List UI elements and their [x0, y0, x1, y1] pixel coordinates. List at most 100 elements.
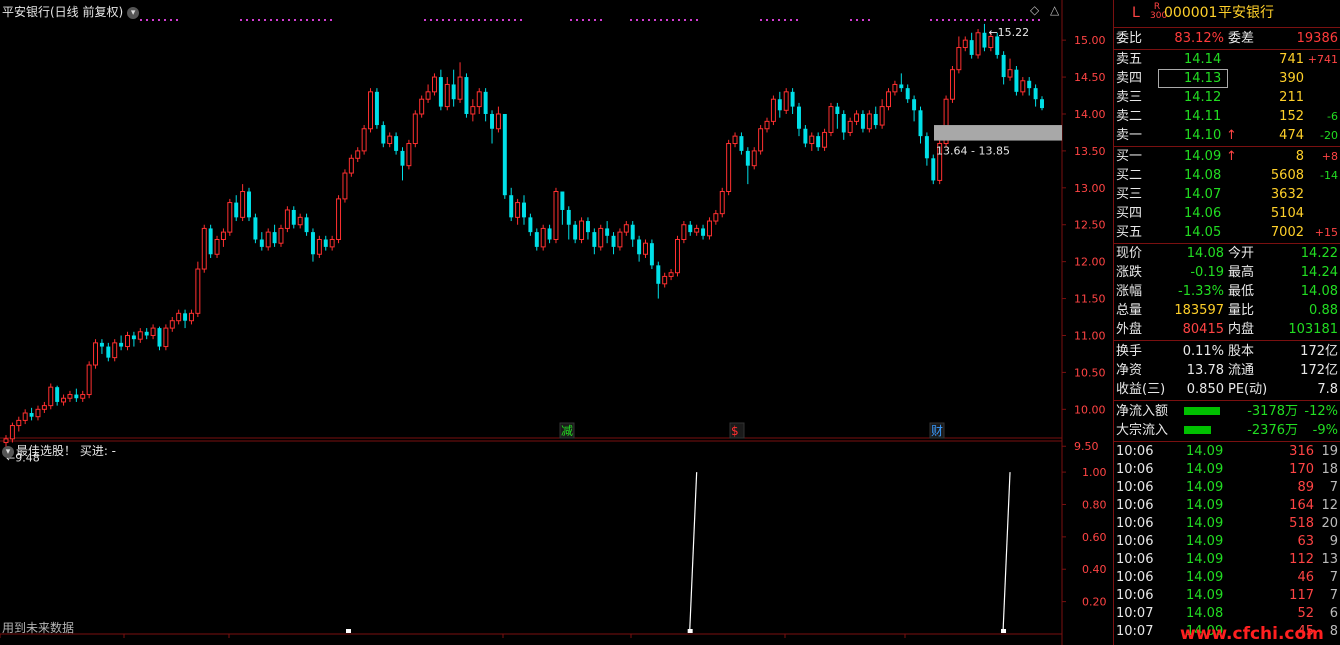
tick-time: 10:06: [1116, 588, 1154, 603]
stat-label: 内盘: [1228, 322, 1255, 337]
ask-row[interactable]: 卖五 14.14 741 +741: [1114, 50, 1340, 69]
signal-dot: [942, 19, 944, 21]
candle-body: [1040, 99, 1044, 109]
signal-dot: [690, 19, 692, 21]
candle-body: [144, 331, 149, 336]
signal-dot: [772, 19, 774, 21]
signal-dot: [582, 19, 584, 21]
y-tick-label: 12.00: [1074, 256, 1106, 269]
ask-volume: 390: [1279, 71, 1304, 86]
flow-bar: [1184, 407, 1220, 415]
ask-label: 卖五: [1116, 52, 1143, 67]
signal-dot: [696, 19, 698, 21]
kline-chart-area[interactable]: 15.00 14.50 14.00 13.50 13.00 12.50 12.00 11.50…: [0, 0, 1112, 645]
ask-row[interactable]: 卖一 14.10 ↑ 474 -20: [1114, 126, 1340, 145]
tick-count: 18: [1321, 462, 1338, 477]
ask-volume: 741: [1279, 52, 1304, 67]
bid-row[interactable]: 买五 14.05 7002 +15: [1114, 223, 1340, 242]
candle-body: [969, 40, 974, 55]
candle-body: [1033, 88, 1038, 100]
tick-price: 14.09: [1186, 516, 1224, 531]
triangle-up-icon[interactable]: △: [1050, 3, 1059, 17]
high-price-label: ←15.22: [988, 26, 1029, 39]
candle-body: [816, 136, 821, 148]
indicator-title[interactable]: ▾ 最佳选股！ 买进: -: [2, 442, 116, 459]
candle-body: [522, 202, 526, 218]
signal-dot: [1020, 19, 1022, 21]
diamond-icon[interactable]: ◇: [1030, 3, 1039, 17]
stat-label: 最高: [1228, 265, 1255, 280]
candlestick-chart[interactable]: 15.00 14.50 14.00 13.50 13.00 12.50 12.00 11.50…: [0, 0, 1112, 645]
bid-row[interactable]: 买二 14.08 5608 -14: [1114, 166, 1340, 185]
bid-row[interactable]: 买一 14.09 ↑ 8 +8: [1114, 147, 1340, 166]
signal-dot: [264, 19, 266, 21]
candle-body: [74, 394, 79, 399]
ask-row[interactable]: 卖四 14.13 390: [1114, 69, 1340, 88]
candle-body: [316, 239, 322, 255]
tick-row: 10:06 14.09 117 7: [1114, 587, 1340, 605]
candle-body: [253, 217, 258, 240]
stat-label: 现价: [1116, 246, 1143, 261]
tick-volume: 112: [1289, 552, 1314, 567]
signal-dot: [442, 19, 444, 21]
bid-label: 买三: [1116, 187, 1143, 202]
quote-header: L R 300 000001 平安银行: [1114, 3, 1340, 26]
candle-body: [483, 91, 488, 114]
candle-body: [828, 106, 834, 133]
chart-title-text: 平安银行(日线 前复权): [2, 5, 124, 19]
signal-dot: [576, 19, 578, 21]
ask-row[interactable]: 卖二 14.11 152 -6: [1114, 107, 1340, 126]
signal-dot: [648, 19, 650, 21]
stat-value: 80415: [1182, 322, 1224, 337]
signal-dot: [466, 19, 468, 21]
tick-volume: 63: [1297, 534, 1314, 549]
candle-body: [374, 91, 379, 126]
y-tick-label: 10.00: [1074, 403, 1106, 416]
chevron-down-icon[interactable]: ▾: [2, 445, 14, 458]
candle-body: [214, 239, 220, 255]
bid-row[interactable]: 买四 14.06 5104: [1114, 204, 1340, 223]
stock-name[interactable]: 平安银行: [1218, 4, 1274, 23]
bid-row[interactable]: 买三 14.07 3632: [1114, 185, 1340, 204]
candle-body: [719, 191, 725, 215]
candle-body: [99, 342, 104, 347]
tick-count: 19: [1321, 444, 1338, 459]
flow-amount: -3178万: [1247, 404, 1298, 419]
candle-body: [605, 228, 610, 236]
chevron-down-icon[interactable]: ▾: [127, 6, 140, 19]
candle-body: [368, 91, 374, 130]
candle-body: [694, 227, 700, 233]
tick-count: 20: [1321, 516, 1338, 531]
signal-dot: [784, 19, 786, 21]
candle-body: [854, 113, 860, 122]
candle-body: [790, 91, 795, 107]
signal-dot: [454, 19, 456, 21]
candle-body: [48, 386, 54, 407]
signal-dot: [588, 19, 590, 21]
candle-body: [547, 228, 552, 240]
flow-bar-track: [1184, 407, 1232, 415]
signal-dot: [294, 19, 296, 21]
candle-body: [284, 209, 290, 229]
signal-dot: [778, 19, 780, 21]
signal-dot: [990, 19, 992, 21]
candle-body: [918, 110, 923, 137]
signal-dot: [448, 19, 450, 21]
candle-body: [515, 202, 521, 218]
signal-dot: [258, 19, 260, 21]
y-tick-label: 14.50: [1074, 71, 1106, 84]
candle-body: [137, 331, 143, 340]
tick-volume: 164: [1289, 498, 1314, 513]
signal-dot: [276, 19, 278, 21]
candle-body: [745, 150, 750, 166]
tick-time: 10:06: [1116, 498, 1154, 513]
candle-body: [668, 272, 674, 277]
ask-row[interactable]: 卖三 14.12 211: [1114, 88, 1340, 107]
divider: [1114, 27, 1340, 28]
stock-code[interactable]: 000001: [1164, 4, 1217, 23]
signal-dot: [672, 19, 674, 21]
weicha-value: 19386: [1296, 31, 1338, 46]
candle-body: [278, 227, 284, 244]
candle-body: [220, 231, 226, 241]
tick-price: 14.09: [1186, 588, 1224, 603]
